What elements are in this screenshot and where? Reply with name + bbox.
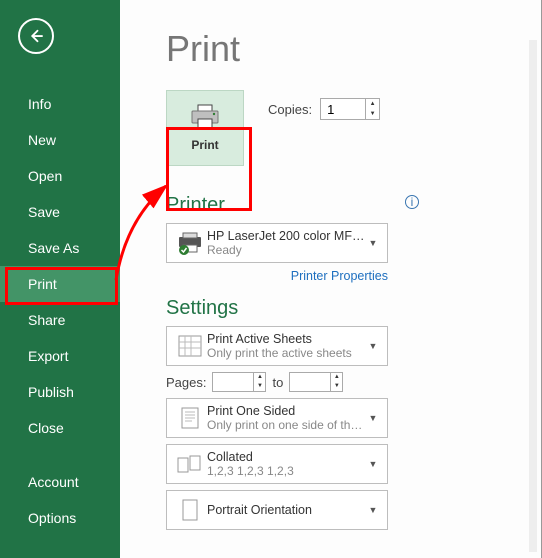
pages-label: Pages: bbox=[166, 375, 206, 390]
print-content: Print Print Copies: ▲ ▼ Printer i bbox=[120, 0, 541, 558]
chevron-down-icon: ▼ bbox=[365, 238, 381, 248]
spin-down-icon[interactable]: ▼ bbox=[331, 382, 342, 391]
back-button[interactable] bbox=[18, 18, 54, 54]
chevron-down-icon: ▼ bbox=[365, 459, 381, 469]
portrait-icon bbox=[180, 498, 200, 522]
printer-properties-link[interactable]: Printer Properties bbox=[166, 269, 388, 283]
collated-icon bbox=[177, 453, 203, 475]
scrollbar[interactable] bbox=[529, 40, 537, 552]
sidebar-item-export[interactable]: Export bbox=[0, 338, 120, 374]
chevron-down-icon: ▼ bbox=[365, 341, 381, 351]
setting-line1: Print Active Sheets bbox=[207, 332, 365, 346]
pages-from-input[interactable] bbox=[213, 373, 253, 391]
copies-down-icon[interactable]: ▼ bbox=[366, 109, 379, 119]
sidebar-item-save[interactable]: Save bbox=[0, 194, 120, 230]
copies-up-icon[interactable]: ▲ bbox=[366, 99, 379, 109]
sidebar-item-open[interactable]: Open bbox=[0, 158, 120, 194]
back-arrow-icon bbox=[27, 27, 45, 45]
info-icon[interactable]: i bbox=[405, 195, 419, 209]
setting-print-what[interactable]: Print Active Sheets Only print the activ… bbox=[166, 326, 388, 366]
printer-status: Ready bbox=[207, 243, 365, 257]
setting-line1: Collated bbox=[207, 450, 365, 464]
printer-selector[interactable]: HP LaserJet 200 color MFP… Ready ▼ bbox=[166, 223, 388, 263]
sidebar-item-options[interactable]: Options bbox=[0, 500, 120, 536]
copies-spinner[interactable]: ▲ ▼ bbox=[320, 98, 380, 120]
printer-name: HP LaserJet 200 color MFP… bbox=[207, 229, 365, 243]
sidebar-item-account[interactable]: Account bbox=[0, 464, 120, 500]
sidebar-item-info[interactable]: Info bbox=[0, 86, 120, 122]
sidebar-item-print[interactable]: Print bbox=[0, 266, 120, 302]
pages-to-spinner[interactable]: ▲▼ bbox=[289, 372, 343, 392]
setting-orientation[interactable]: Portrait Orientation ▼ bbox=[166, 490, 388, 530]
printer-ready-icon bbox=[176, 231, 204, 255]
sidebar-item-close[interactable]: Close bbox=[0, 410, 120, 446]
printer-heading: Printer bbox=[166, 194, 225, 217]
setting-line1: Print One Sided bbox=[207, 404, 365, 418]
setting-sided[interactable]: Print One Sided Only print on one side o… bbox=[166, 398, 388, 438]
settings-heading: Settings bbox=[166, 297, 541, 320]
one-sided-icon bbox=[179, 406, 201, 430]
sidebar-item-new[interactable]: New bbox=[0, 122, 120, 158]
chevron-down-icon: ▼ bbox=[365, 505, 381, 515]
sidebar-item-share[interactable]: Share bbox=[0, 302, 120, 338]
chevron-down-icon: ▼ bbox=[365, 413, 381, 423]
pages-to-input[interactable] bbox=[290, 373, 330, 391]
spin-up-icon[interactable]: ▲ bbox=[254, 373, 265, 382]
setting-collated[interactable]: Collated 1,2,3 1,2,3 1,2,3 ▼ bbox=[166, 444, 388, 484]
pages-from-spinner[interactable]: ▲▼ bbox=[212, 372, 266, 392]
setting-line2: Only print on one side of th… bbox=[207, 418, 365, 432]
copies-label: Copies: bbox=[268, 102, 312, 117]
sheets-icon bbox=[178, 335, 202, 357]
page-title: Print bbox=[166, 28, 541, 70]
print-button[interactable]: Print bbox=[166, 90, 244, 166]
pages-to-label: to bbox=[272, 375, 283, 390]
sidebar-item-saveas[interactable]: Save As bbox=[0, 230, 120, 266]
setting-line2: 1,2,3 1,2,3 1,2,3 bbox=[207, 464, 365, 478]
sidebar-item-publish[interactable]: Publish bbox=[0, 374, 120, 410]
setting-line1: Portrait Orientation bbox=[207, 503, 365, 517]
print-button-label: Print bbox=[191, 138, 218, 152]
setting-line2: Only print the active sheets bbox=[207, 346, 365, 360]
backstage-sidebar: Info New Open Save Save As Print Share E… bbox=[0, 0, 120, 558]
spin-up-icon[interactable]: ▲ bbox=[331, 373, 342, 382]
printer-icon bbox=[190, 104, 220, 130]
spin-down-icon[interactable]: ▼ bbox=[254, 382, 265, 391]
copies-input[interactable] bbox=[321, 99, 365, 119]
